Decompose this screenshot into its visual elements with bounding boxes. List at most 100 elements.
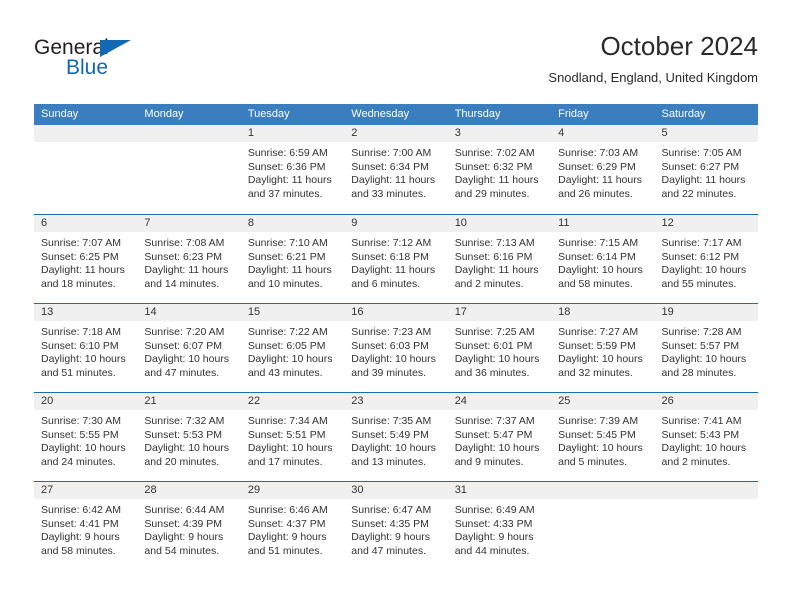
sunset-text: Sunset: 6:18 PM	[351, 250, 429, 263]
calendar-day-cell-19[interactable]: 19 Sunrise: 7:28 AM Sunset: 5:57 PM Dayligh…	[654, 304, 758, 392]
sunrise-text: Sunrise: 7:05 AM	[661, 147, 742, 159]
day-number: 10	[447, 215, 552, 232]
calendar-day-cell-25[interactable]: 25 Sunrise: 7:39 AM Sunset: 5:45 PM Dayligh…	[551, 393, 655, 481]
calendar-day-cell-10[interactable]: 10 Sunrise: 7:13 AM Sunset: 6:16 PM Dayligh…	[447, 215, 552, 303]
daylight-text: Daylight: 10 hours	[661, 442, 747, 455]
daylight-text: Daylight: 10 hours	[144, 353, 230, 366]
day-details: Sunrise: 7:23 AM Sunset: 6:03 PM Daylight:…	[344, 321, 447, 380]
daylight-text-cont: and 58 minutes.	[558, 277, 633, 290]
day-number: 7	[137, 215, 241, 232]
day-details: Sunrise: 7:15 AM Sunset: 6:14 PM Daylight:…	[551, 232, 654, 291]
sunrise-text: Sunrise: 6:59 AM	[247, 147, 328, 159]
day-details: Sunrise: 7:22 AM Sunset: 6:05 PM Daylight:…	[241, 321, 344, 380]
daylight-text-cont: and 33 minutes.	[351, 187, 426, 200]
daylight-text-cont: and 9 minutes.	[454, 455, 524, 468]
calendar-day-cell-30[interactable]: 30 Sunrise: 6:47 AM Sunset: 4:35 PM Dayligh…	[344, 482, 448, 570]
sunrise-text: Sunrise: 7:34 AM	[247, 415, 328, 427]
calendar-day-cell-12[interactable]: 12 Sunrise: 7:17 AM Sunset: 6:12 PM Dayligh…	[654, 215, 758, 303]
weekday-header-saturday: Saturday	[661, 108, 706, 120]
calendar-week-row: 20 Sunrise: 7:30 AM Sunset: 5:55 PM Dayligh…	[34, 392, 758, 481]
calendar-day-cell-26[interactable]: 26 Sunrise: 7:41 AM Sunset: 5:43 PM Dayligh…	[654, 393, 758, 481]
sunset-text: Sunset: 6:05 PM	[247, 339, 326, 352]
calendar-day-cell-13[interactable]: 13 Sunrise: 7:18 AM Sunset: 6:10 PM Dayligh…	[34, 304, 138, 392]
day-number: 8	[240, 215, 345, 232]
title-block: October 2024 Snodland, England, United K…	[548, 30, 758, 88]
calendar-weeks: 1 Sunrise: 6:59 AM Sunset: 6:36 PM Daylight…	[34, 125, 758, 570]
sunset-text: Sunset: 6:10 PM	[41, 339, 119, 352]
sunrise-text: Sunrise: 7:22 AM	[247, 326, 328, 338]
general-blue-logo[interactable]: General Blue	[34, 36, 174, 84]
sunset-text: Sunset: 6:36 PM	[247, 160, 326, 173]
day-details: Sunrise: 7:13 AM Sunset: 6:16 PM Daylight:…	[448, 232, 551, 291]
calendar-day-cell-4[interactable]: 4 Sunrise: 7:03 AM Sunset: 6:29 PM Daylight…	[551, 125, 655, 214]
calendar-day-cell-24[interactable]: 24 Sunrise: 7:37 AM Sunset: 5:47 PM Dayligh…	[447, 393, 552, 481]
daylight-text: Daylight: 11 hours	[144, 264, 229, 277]
calendar-day-cell-8[interactable]: 8 Sunrise: 7:10 AM Sunset: 6:21 PM Daylight…	[240, 215, 345, 303]
daylight-text-cont: and 5 minutes.	[558, 455, 627, 468]
day-number: 6	[34, 215, 138, 232]
calendar-day-cell-9[interactable]: 9 Sunrise: 7:12 AM Sunset: 6:18 PM Daylight…	[344, 215, 448, 303]
calendar-day-cell-3[interactable]: 3 Sunrise: 7:02 AM Sunset: 6:32 PM Daylight…	[447, 125, 552, 214]
day-number	[34, 125, 138, 142]
daylight-text-cont: and 54 minutes.	[144, 544, 220, 557]
sunrise-text: Sunrise: 7:35 AM	[351, 415, 432, 427]
day-number: 22	[240, 393, 345, 410]
calendar-grid: Sunday Monday Tuesday Wednesday Thursday Frid…	[34, 104, 758, 570]
weekday-header-thursday: Thursday	[454, 108, 501, 120]
day-number: 14	[137, 304, 241, 321]
day-number: 17	[447, 304, 552, 321]
daylight-text: Daylight: 11 hours	[454, 174, 539, 187]
day-number: 18	[551, 304, 655, 321]
day-number: 16	[344, 304, 448, 321]
daylight-text-cont: and 55 minutes.	[661, 277, 737, 290]
day-number: 13	[34, 304, 138, 321]
daylight-text: Daylight: 10 hours	[144, 442, 230, 455]
day-number: 15	[240, 304, 345, 321]
day-number	[654, 482, 758, 499]
sunset-text: Sunset: 6:32 PM	[454, 160, 533, 173]
calendar-day-cell-22[interactable]: 22 Sunrise: 7:34 AM Sunset: 5:51 PM Dayligh…	[240, 393, 345, 481]
daylight-text: Daylight: 10 hours	[247, 353, 333, 366]
calendar-day-cell-20[interactable]: 20 Sunrise: 7:30 AM Sunset: 5:55 PM Dayligh…	[34, 393, 138, 481]
calendar-day-cell-11[interactable]: 11 Sunrise: 7:15 AM Sunset: 6:14 PM Dayligh…	[551, 215, 655, 303]
daylight-text: Daylight: 11 hours	[661, 174, 746, 187]
sunset-text: Sunset: 5:57 PM	[661, 339, 740, 352]
calendar-day-cell-2[interactable]: 2 Sunrise: 7:00 AM Sunset: 6:34 PM Daylight…	[344, 125, 448, 214]
daylight-text-cont: and 39 minutes.	[351, 366, 426, 379]
weekday-header-monday: Monday	[144, 108, 184, 120]
calendar-day-cell-15[interactable]: 15 Sunrise: 7:22 AM Sunset: 6:05 PM Dayligh…	[240, 304, 345, 392]
page-header: General Blue October 2024 Snodland, Engl…	[34, 30, 758, 98]
sunset-text: Sunset: 5:45 PM	[558, 428, 636, 441]
sunset-text: Sunset: 4:33 PM	[454, 517, 533, 530]
daylight-text-cont: and 58 minutes.	[41, 544, 116, 557]
sunrise-text: Sunrise: 7:27 AM	[558, 326, 639, 338]
calendar-day-cell-21[interactable]: 21 Sunrise: 7:32 AM Sunset: 5:53 PM Dayligh…	[137, 393, 241, 481]
calendar-day-cell-7[interactable]: 7 Sunrise: 7:08 AM Sunset: 6:23 PM Daylight…	[137, 215, 241, 303]
daylight-text: Daylight: 10 hours	[41, 353, 126, 366]
calendar-day-cell-16[interactable]: 16 Sunrise: 7:23 AM Sunset: 6:03 PM Dayligh…	[344, 304, 448, 392]
calendar-day-cell-6[interactable]: 6 Sunrise: 7:07 AM Sunset: 6:25 PM Daylight…	[34, 215, 138, 303]
day-number: 1	[240, 125, 345, 142]
day-details: Sunrise: 7:27 AM Sunset: 5:59 PM Daylight:…	[551, 321, 654, 380]
calendar-day-cell-14[interactable]: 14 Sunrise: 7:20 AM Sunset: 6:07 PM Dayligh…	[137, 304, 241, 392]
calendar-day-cell-5[interactable]: 5 Sunrise: 7:05 AM Sunset: 6:27 PM Daylight…	[654, 125, 758, 214]
calendar-day-cell-empty	[551, 482, 655, 570]
calendar-day-cell-23[interactable]: 23 Sunrise: 7:35 AM Sunset: 5:49 PM Dayligh…	[344, 393, 448, 481]
calendar-week-row: 13 Sunrise: 7:18 AM Sunset: 6:10 PM Dayligh…	[34, 303, 758, 392]
calendar-day-cell-18[interactable]: 18 Sunrise: 7:27 AM Sunset: 5:59 PM Dayligh…	[551, 304, 655, 392]
calendar-day-cell-31[interactable]: 31 Sunrise: 6:49 AM Sunset: 4:33 PM Dayligh…	[447, 482, 552, 570]
daylight-text-cont: and 47 minutes.	[144, 366, 220, 379]
calendar-day-cell-17[interactable]: 17 Sunrise: 7:25 AM Sunset: 6:01 PM Dayligh…	[447, 304, 552, 392]
daylight-text: Daylight: 11 hours	[558, 174, 642, 187]
calendar-day-cell-28[interactable]: 28 Sunrise: 6:44 AM Sunset: 4:39 PM Dayligh…	[137, 482, 241, 570]
page-subtitle: Snodland, England, United Kingdom	[548, 70, 758, 85]
calendar-day-cell-29[interactable]: 29 Sunrise: 6:46 AM Sunset: 4:37 PM Dayligh…	[240, 482, 345, 570]
day-details	[137, 142, 240, 147]
daylight-text: Daylight: 10 hours	[454, 442, 540, 455]
calendar-day-cell-27[interactable]: 27 Sunrise: 6:42 AM Sunset: 4:41 PM Dayligh…	[34, 482, 138, 570]
daylight-text: Daylight: 9 hours	[144, 531, 224, 544]
sunrise-text: Sunrise: 6:49 AM	[454, 504, 535, 516]
sunrise-text: Sunrise: 6:46 AM	[247, 504, 328, 516]
calendar-day-cell-1[interactable]: 1 Sunrise: 6:59 AM Sunset: 6:36 PM Daylight…	[240, 125, 345, 214]
sunrise-text: Sunrise: 7:32 AM	[144, 415, 225, 427]
